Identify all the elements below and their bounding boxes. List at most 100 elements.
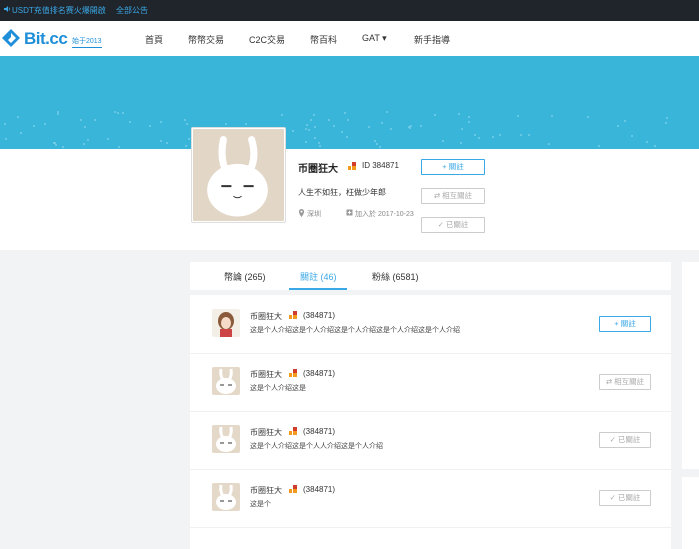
banner-dot — [44, 123, 46, 125]
profile-name: 币圈狂大 — [298, 164, 338, 175]
banner-dot — [186, 123, 188, 125]
banner-dot — [149, 125, 151, 127]
row-followed-button[interactable]: ✓ 已關註 — [599, 432, 651, 448]
follow-button[interactable]: + 關註 — [421, 159, 485, 175]
row-follow-button[interactable]: + 關註 — [599, 316, 651, 332]
banner-dot — [87, 139, 89, 141]
banner-dot — [386, 111, 388, 113]
banner-dot — [17, 116, 19, 118]
row-followed-button[interactable]: ✓ 已關註 — [599, 490, 651, 506]
logo-icon — [2, 29, 20, 47]
row-bio: 这是个人介绍这是个人介绍这是个人介绍这是个人介绍这是个人介绍 — [250, 327, 460, 334]
banner-dot — [517, 115, 519, 117]
all-notices-link[interactable]: 全部公告 — [116, 5, 148, 16]
tab-posts[interactable]: 幣論 (265) — [224, 270, 266, 283]
banner-dot — [460, 142, 462, 144]
banner-dot — [166, 142, 168, 144]
banner-dot — [461, 128, 463, 130]
nav-c2c[interactable]: C2C交易 — [249, 33, 285, 46]
banner-dot — [308, 129, 310, 131]
banner-dot — [184, 119, 186, 121]
logo-since: 始于2013 — [72, 36, 102, 48]
banner-dot — [654, 145, 656, 147]
banner-dot — [225, 123, 227, 125]
nav-coin-trading[interactable]: 幣幣交易 — [188, 33, 224, 46]
row-mutual-button[interactable]: ⇄ 相互關註 — [599, 374, 651, 390]
followed-button[interactable]: ✓ 已關註 — [421, 217, 485, 233]
banner-dot — [160, 121, 162, 123]
banner-dot — [122, 112, 124, 114]
banner-dot — [468, 121, 470, 123]
banner-dot — [5, 138, 7, 140]
banner-dot — [499, 134, 501, 136]
rabbit-avatar-icon — [212, 367, 240, 395]
list-item: 币圈狂大 (384871) 这是个人介绍这是 ⇄ 相互關註 — [190, 353, 671, 412]
banner-dot — [319, 145, 321, 147]
banner-dot — [185, 145, 187, 147]
nav-gat-dropdown[interactable]: GAT ▾ — [362, 33, 387, 44]
banner-dot — [57, 113, 59, 115]
banner-dot — [347, 119, 349, 121]
list-item: 币圈狂大 (384871) 这是个 ✓ 已關註 — [190, 469, 671, 528]
banner-dot — [328, 119, 330, 121]
banner-dot — [631, 135, 633, 137]
tab-following[interactable]: 關註 (46) — [300, 270, 337, 283]
banner-dot — [646, 141, 648, 143]
row-name[interactable]: 币圈狂大 — [250, 369, 282, 380]
profile-location: 深圳 — [307, 211, 321, 218]
banner-dot — [390, 128, 392, 130]
nav-coin-wiki[interactable]: 幣百科 — [310, 33, 337, 46]
banner-dot — [346, 136, 348, 138]
banner-dot — [306, 124, 308, 126]
banner-dot — [33, 125, 35, 127]
girl-avatar-icon — [212, 309, 240, 337]
banner-dot — [245, 123, 247, 125]
profile-id: ID 384871 — [362, 161, 399, 170]
rabbit-avatar-icon — [212, 483, 240, 511]
banner-dot — [665, 122, 667, 124]
banner-dot — [341, 131, 343, 133]
row-uid: (384871) — [303, 369, 336, 378]
banner-dot — [313, 114, 315, 116]
row-name[interactable]: 币圈狂大 — [250, 311, 282, 322]
row-uid: (384871) — [303, 311, 336, 320]
row-name[interactable]: 币圈狂大 — [250, 427, 282, 438]
row-bio: 这是个人介绍这是 — [250, 385, 306, 392]
banner-dot — [376, 143, 378, 145]
banner-dot — [129, 121, 131, 123]
banner-dot — [305, 141, 307, 143]
logo[interactable]: Bit.cc 始于2013 — [2, 27, 102, 49]
row-uid: (384871) — [303, 485, 336, 494]
banner-dot — [310, 119, 312, 121]
banner-dot — [292, 130, 294, 132]
user-level-badge-icon — [289, 311, 297, 319]
nav-beginner-guide[interactable]: 新手指導 — [414, 33, 450, 46]
announcement-link[interactable]: USDT充值排名赛火爆開啟 — [12, 5, 106, 16]
banner-dot — [617, 125, 619, 127]
profile-banner — [0, 56, 699, 149]
nav-home[interactable]: 首頁 — [145, 33, 163, 46]
row-name[interactable]: 币圈狂大 — [250, 485, 282, 496]
banner-dot — [666, 117, 668, 119]
row-bio: 这是个人介绍这是个人人介绍这是个人介绍 — [250, 443, 383, 450]
speaker-icon — [3, 5, 11, 15]
banner-dot — [94, 119, 96, 121]
profile-avatar — [191, 127, 286, 223]
active-tab-indicator — [289, 288, 347, 290]
profile-joined-date: 加入於 2017-10-23 — [355, 211, 414, 218]
mutual-follow-button[interactable]: ⇄ 相互關註 — [421, 188, 485, 204]
banner-dot — [492, 136, 494, 138]
list-item: 币圈狂大 (384871) 这是个人介绍这是个人介绍这是个人介绍这是个人介绍这是… — [190, 295, 671, 354]
banner-dot — [458, 113, 460, 115]
banner-dot — [520, 134, 522, 136]
banner-dot — [434, 114, 436, 116]
banner-dot — [314, 137, 316, 139]
banner-dot — [84, 126, 86, 128]
tab-fans[interactable]: 粉絲 (6581) — [372, 270, 419, 283]
announcement-bar: USDT充值排名赛火爆開啟 全部公告 — [0, 0, 699, 21]
banner-dot — [305, 128, 307, 130]
banner-dot — [368, 126, 370, 128]
banner-dot — [474, 134, 476, 136]
row-bio: 这是个 — [250, 501, 271, 508]
banner-dot — [598, 145, 600, 147]
